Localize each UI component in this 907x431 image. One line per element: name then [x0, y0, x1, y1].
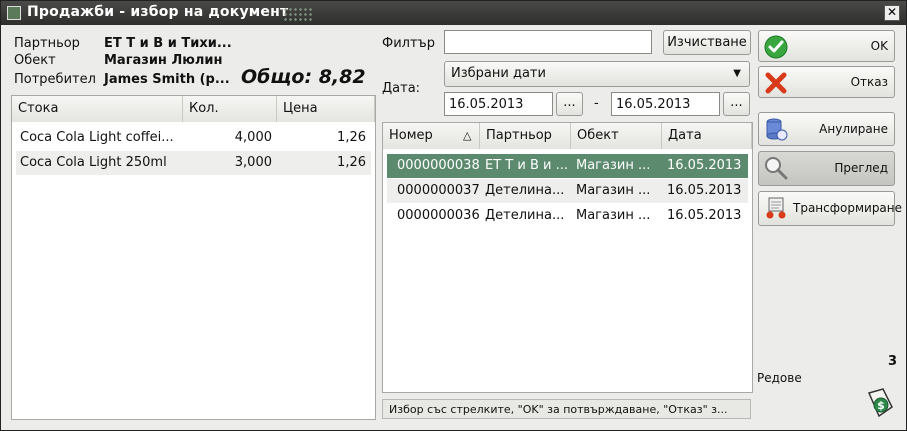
date-from-picker-button[interactable]: ... [556, 92, 583, 116]
preview-label: Преглед [834, 161, 888, 175]
table-row[interactable]: Coca Cola Light coffei... 4,000 1,26 [16, 126, 371, 150]
price-tag-dollar-icon[interactable]: $ [865, 387, 895, 419]
table-row[interactable]: Coca Cola Light 250ml 3,000 1,26 [16, 151, 371, 175]
partner-label: Партньор [14, 36, 80, 51]
doc-date: 16.05.2013 [667, 183, 742, 198]
rows-count: 3 [888, 354, 898, 369]
column-header-number[interactable]: Номер △ [383, 123, 480, 149]
table-row[interactable]: 0000000036 Детелина... Магазин ... 16.05… [387, 204, 748, 228]
cancel-button[interactable]: Отказ [758, 66, 895, 98]
date-label: Дата: [382, 81, 421, 96]
rows-label: Редове [757, 371, 802, 385]
consumer-value: James Smith (р... [104, 72, 230, 87]
filter-input[interactable] [444, 30, 652, 54]
item-name: Coca Cola Light coffei... [20, 130, 174, 145]
transform-button[interactable]: Трансформиране [758, 191, 903, 226]
doc-partner: ЕТ Т и В и ... [485, 158, 568, 173]
doc-number: 0000000037 [397, 183, 480, 198]
doc-number: 0000000038 [397, 158, 480, 173]
svg-text:$: $ [877, 399, 885, 412]
object-value: Магазин Люлин [104, 53, 223, 68]
window-menu-icon[interactable] [7, 6, 21, 20]
object-label: Обект [14, 53, 56, 68]
table-row[interactable]: 0000000038 ЕТ Т и В и ... Магазин ... 16… [387, 154, 748, 178]
column-header-qty[interactable]: Кол. [183, 96, 277, 122]
doc-partner: Детелина... [485, 208, 565, 223]
item-qty: 4,000 [234, 130, 272, 145]
item-name: Coca Cola Light 250ml [20, 155, 167, 170]
doc-date: 16.05.2013 [667, 208, 742, 223]
cancel-x-icon [765, 72, 787, 94]
date-to-input[interactable]: 16.05.2013 [611, 92, 720, 116]
column-header-price[interactable]: Цена [277, 96, 375, 122]
filter-label: Филтър [382, 36, 435, 51]
table-row[interactable]: 0000000037 Детелина... Магазин ... 16.05… [387, 179, 748, 203]
sort-ascending-icon: △ [463, 129, 472, 142]
document-transform-icon [766, 197, 786, 219]
item-qty: 3,000 [234, 155, 272, 170]
date-mode-value: Избрани дати [451, 66, 546, 81]
doc-partner: Детелина... [485, 183, 565, 198]
date-to-picker-button[interactable]: ... [723, 92, 750, 116]
title-bar[interactable]: Продажби - избор на документ ✕ [1, 1, 906, 25]
column-header-partner[interactable]: Партньор [480, 123, 571, 149]
column-header-object[interactable]: Обект [571, 123, 662, 149]
doc-object: Магазин ... [576, 208, 651, 223]
titlebar-grip-pattern [283, 7, 313, 21]
close-icon[interactable]: ✕ [884, 5, 900, 21]
documents-table[interactable]: Номер △ Партньор Обект Дата 0000000038 Е… [382, 122, 753, 393]
column-header-number-label: Номер [389, 128, 433, 143]
window-title: Продажби - избор на документ [27, 4, 289, 20]
cancel-label: Отказ [850, 75, 888, 89]
transform-label: Трансформиране [793, 201, 903, 215]
total-amount: Общо: 8,82 [241, 66, 366, 88]
clear-filter-button[interactable]: Изчистване [663, 30, 751, 55]
item-price: 1,26 [337, 155, 366, 170]
dialog-window: Продажби - избор на документ ✕ Партньор … [0, 0, 907, 431]
column-header-date[interactable]: Дата [662, 123, 752, 149]
doc-object: Магазин ... [576, 158, 651, 173]
checkmark-icon [764, 35, 788, 59]
items-table[interactable]: Стока Кол. Цена Coca Cola Light coffei..… [11, 95, 376, 420]
date-from-input[interactable]: 16.05.2013 [444, 92, 553, 116]
preview-button[interactable]: Преглед [758, 151, 895, 186]
status-hint: Избор със стрелките, "OK" за потвърждава… [382, 399, 751, 419]
doc-date: 16.05.2013 [667, 158, 742, 173]
database-annul-icon [766, 118, 788, 141]
annul-button[interactable]: Анулиране [758, 112, 895, 146]
column-header-item[interactable]: Стока [12, 96, 183, 122]
annul-label: Анулиране [819, 122, 888, 136]
date-mode-select[interactable]: Избрани дати ▼ [444, 61, 750, 87]
date-range-separator: - [594, 96, 599, 111]
partner-value: ЕТ Т и В и Тихи... [104, 36, 232, 51]
item-price: 1,26 [337, 130, 366, 145]
doc-number: 0000000036 [397, 208, 480, 223]
doc-object: Магазин ... [576, 183, 651, 198]
ok-button[interactable]: OK [758, 30, 895, 62]
ok-label: OK [870, 39, 888, 53]
consumer-label: Потребител [14, 72, 96, 87]
chevron-down-icon: ▼ [733, 68, 741, 79]
magnifier-icon [765, 157, 788, 180]
